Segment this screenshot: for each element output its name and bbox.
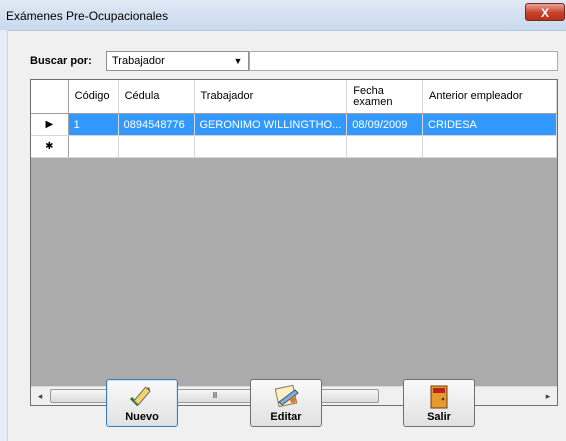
header-row: Código Cédula Trabajador Fecha examen An… [31,80,557,114]
window-frame-left [0,30,8,441]
editar-label: Editar [270,411,302,423]
exit-door-icon [430,385,448,409]
new-cell[interactable] [118,135,195,158]
data-grid[interactable]: Código Cédula Trabajador Fecha examen An… [30,79,558,406]
new-cell[interactable] [194,135,348,158]
pencil-check-icon [129,386,151,407]
scroll-right-icon[interactable]: ▸ [541,389,555,403]
scroll-left-icon[interactable]: ◂ [33,389,47,403]
chevron-down-icon[interactable]: ▼ [231,54,245,68]
column-header-codigo[interactable]: Código [68,80,119,114]
column-header-anterior-empleador[interactable]: Anterior empleador [422,80,557,114]
cell-codigo[interactable]: 1 [68,113,119,136]
cell-fecha-examen[interactable]: 08/09/2009 [346,113,423,136]
new-cell[interactable] [346,135,423,158]
search-field-value: Trabajador [112,55,165,67]
column-header-trabajador[interactable]: Trabajador [194,80,348,114]
search-input[interactable] [249,51,558,71]
search-field-dropdown[interactable]: Trabajador ▼ [106,51,249,71]
column-header-fecha-examen[interactable]: Fecha examen [346,80,423,114]
new-cell[interactable] [68,135,119,158]
column-header-cedula[interactable]: Cédula [118,80,195,114]
cell-anterior-empleador[interactable]: CRIDESA [422,113,557,136]
title-bar: Exámenes Pre-Ocupacionales X [0,0,566,31]
cell-cedula[interactable]: 0894548776 [118,113,195,136]
close-button[interactable]: X [525,3,565,21]
new-row[interactable]: ✱ [31,135,557,158]
grid-table: Código Cédula Trabajador Fecha examen An… [31,80,557,158]
edit-document-icon [274,384,299,408]
new-cell[interactable] [422,135,557,158]
table-row[interactable]: ▶ 1 0894548776 GERONIMO WILLINGTHO... 08… [31,113,557,136]
window-title: Exámenes Pre-Ocupacionales [6,9,169,23]
cell-trabajador[interactable]: GERONIMO WILLINGTHO... [194,113,348,136]
nuevo-button[interactable]: Nuevo [106,379,178,427]
search-label: Buscar por: [30,55,92,67]
form-client-area: Buscar por: Trabajador ▼ Código Cédula T… [8,31,566,441]
grid-corner-header [31,80,69,114]
nuevo-label: Nuevo [125,411,159,423]
editar-button[interactable]: Editar [250,379,322,427]
new-row-indicator-icon[interactable]: ✱ [31,135,69,158]
salir-label: Salir [427,411,451,423]
salir-button[interactable]: Salir [403,379,475,427]
current-row-indicator-icon[interactable]: ▶ [31,113,69,136]
scrollbar-thumb[interactable]: III [50,389,379,403]
